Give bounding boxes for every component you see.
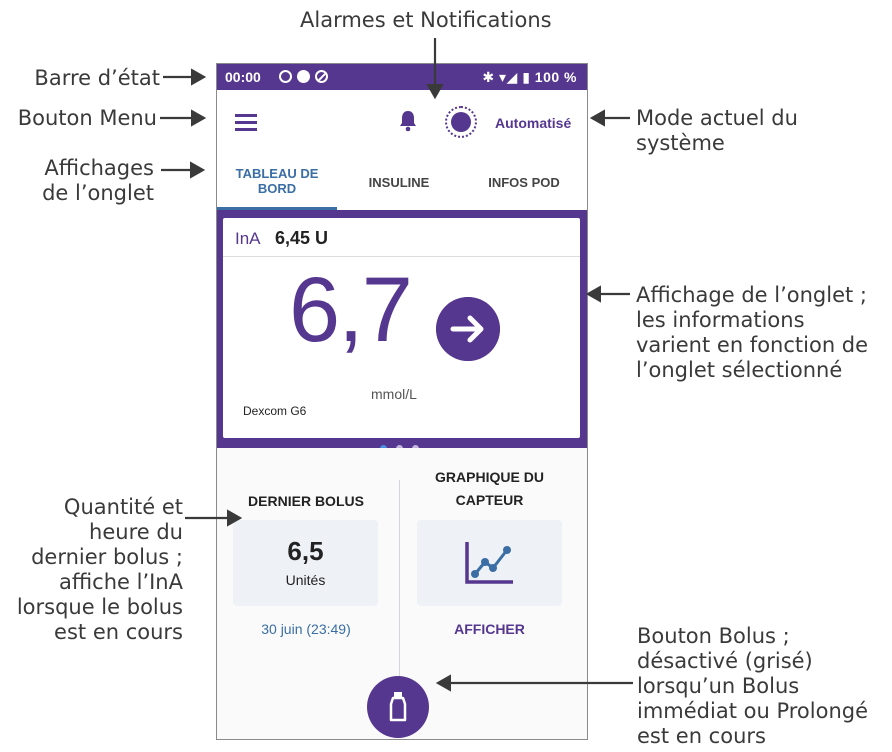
sensor-graph-tile[interactable] <box>417 520 562 606</box>
glucose-value: 6,7 <box>289 259 413 361</box>
status-battery: ✱ ▾◢ ▮ 100 % <box>482 69 577 85</box>
last-bolus-unit: Unités <box>285 572 326 588</box>
arrow-right-icon <box>436 297 500 361</box>
sync-icon <box>279 70 292 83</box>
annotation-tab-panel: Affichage de l’onglet ; les informations… <box>636 283 869 382</box>
bell-icon[interactable] <box>399 110 417 132</box>
mode-label: Automatisé <box>495 115 572 131</box>
bolus-button[interactable] <box>367 676 429 738</box>
iob-label: InA <box>235 229 261 248</box>
automated-mode-icon <box>445 106 477 138</box>
annotation-current-mode: Mode actuel du système <box>636 106 798 155</box>
bolus-icon <box>389 692 407 722</box>
annotation-status-bar: Barre d’état <box>34 66 160 90</box>
annotation-bolus-button: Bouton Bolus ; désactivé (grisé) lorsqu’… <box>637 624 868 748</box>
sensor-name: Dexcom G6 <box>243 404 307 418</box>
iob-value: 6,45 U <box>275 228 329 248</box>
tab-dashboard[interactable]: TABLEAU DE BORD <box>217 154 337 210</box>
pod-status-icon <box>297 70 310 83</box>
phone-screen: 00:00 ✱ ▾◢ ▮ 100 % Automatisé TABLEAU DE… <box>216 63 588 740</box>
tab-pod-info[interactable]: INFOS POD <box>461 154 587 210</box>
tab-insulin[interactable]: INSULINE <box>337 154 461 210</box>
last-bolus-tile: 6,5 Unités <box>233 520 378 606</box>
status-time: 00:00 <box>225 69 261 85</box>
column-divider <box>399 480 400 680</box>
lower-panel: DERNIER BOLUS 6,5 Unités 30 juin (23:49)… <box>217 448 587 739</box>
view-graph-link[interactable]: AFFICHER <box>417 621 562 637</box>
do-not-disturb-icon <box>315 70 328 83</box>
last-bolus-time: 30 juin (23:49) <box>261 621 351 637</box>
annotation-tab-displays: Affichages de l’onglet <box>42 156 154 205</box>
status-icons <box>279 70 333 86</box>
menu-icon[interactable] <box>235 114 257 131</box>
annotation-last-bolus: Quantité et heure du dernier bolus ; aff… <box>16 495 183 644</box>
last-bolus-amount: 6,5 <box>287 536 324 566</box>
last-bolus-title: DERNIER BOLUS <box>248 493 364 509</box>
annotation-menu-button: Bouton Menu <box>17 106 157 130</box>
status-bar: 00:00 ✱ ▾◢ ▮ 100 % <box>217 64 587 90</box>
iob-row: InA 6,45 U <box>223 218 580 257</box>
annotation-alarms: Alarmes et Notifications <box>300 8 552 32</box>
glucose-unit: mmol/L <box>371 386 417 402</box>
glucose-card: InA 6,45 U 6,7 mmol/L Dexcom G6 <box>223 218 580 438</box>
tab-panel: InA 6,45 U 6,7 mmol/L Dexcom G6 <box>217 210 587 456</box>
tab-bar: TABLEAU DE BORD INSULINE INFOS POD <box>217 154 587 210</box>
line-chart-icon <box>465 542 513 584</box>
sensor-graph-title: GRAPHIQUE DU CAPTEUR <box>435 469 544 508</box>
header-bar: Automatisé <box>217 90 587 154</box>
